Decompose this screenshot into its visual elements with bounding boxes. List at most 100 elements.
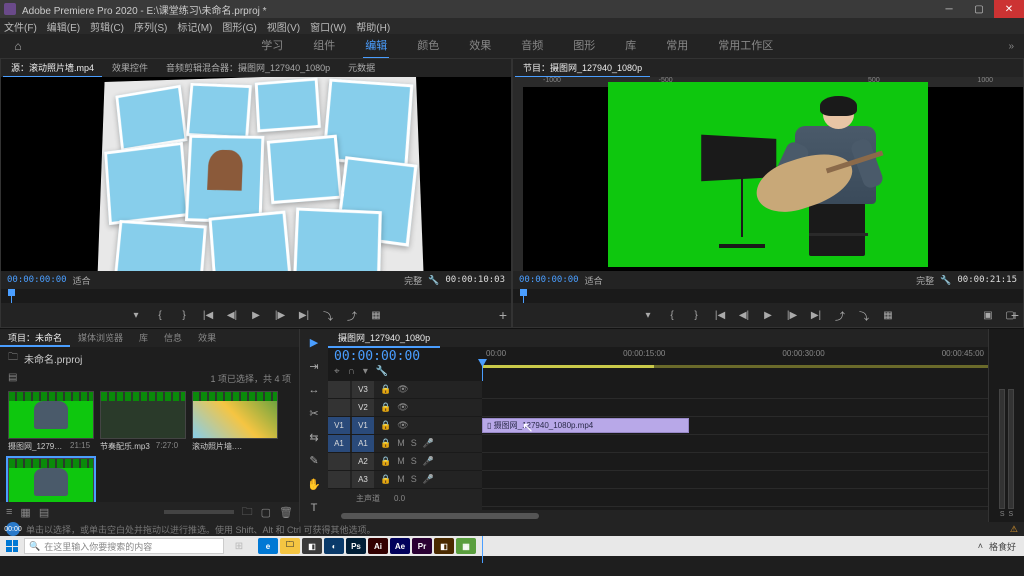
zoom-slider[interactable]	[164, 510, 234, 514]
go-in-icon[interactable]: |◀	[713, 308, 727, 322]
step-fwd-icon[interactable]: |▶	[273, 308, 287, 322]
tray-chevron-icon[interactable]: ˄	[978, 541, 983, 551]
ws-tab-learn[interactable]: 学习	[259, 33, 285, 59]
program-viewer[interactable]: -1000-5005001000	[513, 77, 1023, 271]
export-frame-icon[interactable]: ▦	[369, 308, 383, 322]
menu-view[interactable]: 视图(V)	[267, 19, 300, 34]
icon-view-icon[interactable]: ▦	[20, 506, 30, 519]
menu-file[interactable]: 文件(F)	[4, 19, 37, 34]
play-icon[interactable]: ▶	[761, 308, 775, 322]
ws-tab-common-workspace[interactable]: 常用工作区	[716, 33, 775, 59]
lock-icon[interactable]: 🔒	[380, 402, 391, 413]
mic-icon[interactable]: 🎤	[423, 456, 434, 467]
slip-tool-icon[interactable]: ⇆	[306, 430, 322, 446]
taskbar-premiere[interactable]: Pr	[412, 538, 432, 554]
taskbar-app3[interactable]: ◧	[434, 538, 454, 554]
program-fit-dropdown[interactable]: 适合	[585, 274, 603, 287]
library-tab[interactable]: 库	[131, 329, 156, 347]
go-in-icon[interactable]: |◀	[201, 308, 215, 322]
ws-tab-library[interactable]: 库	[623, 33, 638, 59]
mark-out-icon[interactable]: }	[177, 308, 191, 322]
taskbar-illustrator[interactable]: Ai	[368, 538, 388, 554]
lift-icon[interactable]: ⤴	[833, 308, 847, 322]
project-tab[interactable]: 项目：未命名	[0, 329, 70, 347]
play-icon[interactable]: ▶	[249, 308, 263, 322]
effects-tab[interactable]: 效果	[190, 329, 224, 347]
new-item-icon[interactable]: ▢	[261, 506, 271, 519]
lock-icon[interactable]: 🔒	[380, 456, 391, 467]
selection-tool-icon[interactable]: ▶	[306, 335, 322, 351]
button-editor-icon[interactable]: +	[499, 307, 507, 323]
insert-icon[interactable]: ⤵	[321, 308, 335, 322]
mark-in-icon[interactable]: {	[153, 308, 167, 322]
list-view-icon[interactable]: ≡	[6, 506, 12, 518]
timeline-zoom-bar[interactable]	[328, 510, 988, 522]
ws-tab-assembly[interactable]: 组件	[311, 33, 337, 59]
close-button[interactable]: ✕	[994, 0, 1024, 18]
ws-tab-graphics[interactable]: 图形	[571, 33, 597, 59]
ripple-edit-tool-icon[interactable]: ↔	[306, 382, 322, 398]
step-back-icon[interactable]: ◀|	[737, 308, 751, 322]
minimize-button[interactable]: ─	[934, 0, 964, 18]
mark-in-icon[interactable]: {	[665, 308, 679, 322]
eye-icon[interactable]: 👁	[397, 384, 408, 395]
start-button[interactable]	[2, 537, 22, 555]
ws-tab-common[interactable]: 常用	[664, 33, 690, 59]
eye-icon[interactable]: 👁	[397, 402, 408, 413]
mark-out-icon[interactable]: }	[689, 308, 703, 322]
home-icon[interactable]: ⌂	[10, 38, 26, 54]
wrench-icon[interactable]: 🔧	[428, 275, 439, 286]
system-tray[interactable]: ˄ 格食好	[978, 540, 1022, 553]
menu-help[interactable]: 帮助(H)	[356, 19, 390, 34]
lock-icon[interactable]: 🔒	[380, 420, 391, 431]
source-fit-dropdown[interactable]: 适合	[73, 274, 91, 287]
project-item[interactable]: 摄图网_1...21:15	[8, 458, 94, 502]
program-quality-dropdown[interactable]: 完整	[916, 274, 934, 287]
settings-icon[interactable]: 🔧	[376, 366, 388, 377]
mic-icon[interactable]: 🎤	[423, 474, 434, 485]
taskbar-search[interactable]: 🔍 在这里输入你要搜索的内容	[24, 538, 224, 554]
extract-icon[interactable]: ⤵	[857, 308, 871, 322]
media-browser-tab[interactable]: 媒体浏览器	[70, 329, 131, 347]
button-editor-icon[interactable]: +	[1011, 307, 1019, 323]
program-tab[interactable]: 节目：摄图网_127940_1080p	[515, 59, 650, 78]
menu-edit[interactable]: 编辑(E)	[47, 19, 80, 34]
menu-window[interactable]: 窗口(W)	[310, 19, 346, 34]
wrench-icon[interactable]: 🔧	[940, 275, 951, 286]
go-out-icon[interactable]: ▶|	[809, 308, 823, 322]
snap-icon[interactable]: ⌖	[334, 366, 340, 377]
source-scrub-bar[interactable]	[1, 289, 511, 303]
lock-icon[interactable]: 🔒	[380, 474, 391, 485]
video-clip[interactable]: ▯ 摄图网_127940_1080p.mp4	[482, 418, 689, 433]
ws-tab-color[interactable]: 颜色	[415, 33, 441, 59]
source-quality-dropdown[interactable]: 完整	[404, 274, 422, 287]
taskbar-app2[interactable]: ◐	[324, 538, 344, 554]
pen-tool-icon[interactable]: ✎	[306, 453, 322, 469]
new-bin-icon[interactable]: 🗀	[242, 503, 253, 522]
marker-icon[interactable]: ▾	[641, 308, 655, 322]
project-item[interactable]: 摄图网_127940_1...21:15	[8, 391, 94, 452]
lock-icon[interactable]: 🔒	[380, 438, 391, 449]
track-select-tool-icon[interactable]: ⇥	[306, 359, 322, 375]
menu-graphics[interactable]: 图形(G)	[222, 19, 256, 34]
export-frame-icon[interactable]: ▦	[881, 308, 895, 322]
hand-tool-icon[interactable]: ✋	[306, 477, 322, 493]
timeline-timecode[interactable]: 00:00:00:00	[334, 349, 476, 364]
menu-clip[interactable]: 剪辑(C)	[90, 19, 124, 34]
step-fwd-icon[interactable]: |▶	[785, 308, 799, 322]
step-back-icon[interactable]: ◀|	[225, 308, 239, 322]
source-tab-metadata[interactable]: 元数据	[340, 59, 383, 77]
ws-tab-effects[interactable]: 效果	[467, 33, 493, 59]
trash-icon[interactable]: 🗑	[279, 506, 293, 519]
lock-icon[interactable]: 🔒	[380, 384, 391, 395]
type-tool-icon[interactable]: T	[306, 500, 322, 516]
filter-icon[interactable]: ▤	[8, 372, 17, 385]
sequence-tab[interactable]: 摄图网_127940_1080p	[328, 329, 440, 348]
mic-icon[interactable]: 🎤	[423, 438, 434, 449]
taskbar-app1[interactable]: ◧	[302, 538, 322, 554]
source-tab-effect-controls[interactable]: 效果控件	[104, 59, 156, 77]
menu-marker[interactable]: 标记(M)	[177, 19, 212, 34]
taskbar-aftereffects[interactable]: Ae	[390, 538, 410, 554]
razor-tool-icon[interactable]: ✂	[306, 406, 322, 422]
src-a1[interactable]: A1	[328, 435, 350, 452]
